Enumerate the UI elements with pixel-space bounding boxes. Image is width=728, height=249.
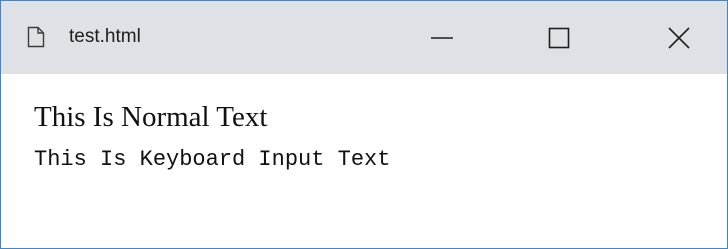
close-button[interactable] <box>651 1 707 74</box>
keyboard-input-text: This Is Keyboard Input Text <box>34 147 391 172</box>
maximize-icon <box>548 27 570 49</box>
maximize-button[interactable] <box>531 1 587 74</box>
close-icon <box>667 26 691 50</box>
normal-text: This Is Normal Text <box>34 101 268 133</box>
minimize-button[interactable] <box>414 1 470 74</box>
minimize-icon <box>430 26 454 50</box>
window-title: test.html <box>69 26 141 47</box>
page-content: This Is Normal Text This Is Keyboard Inp… <box>1 74 727 248</box>
title-bar[interactable]: test.html <box>1 1 727 74</box>
browser-window: test.html This Is Normal Text This Is Ke… <box>0 0 728 249</box>
document-icon <box>27 26 45 48</box>
